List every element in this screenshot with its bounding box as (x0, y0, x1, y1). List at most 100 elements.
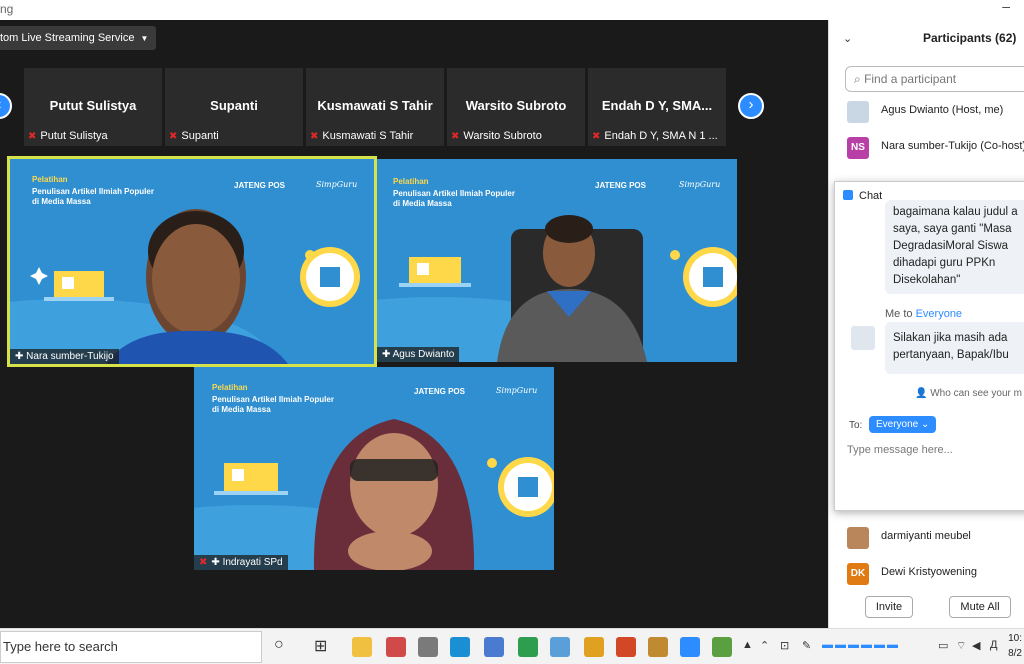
caret-down-icon: ▼ (140, 34, 149, 43)
banner-line2: Penulisan Artikel Ilmiah Populer (212, 395, 334, 404)
strip-prev-button[interactable]: ‹ (0, 93, 12, 119)
network-app-icon[interactable] (484, 637, 504, 657)
chat-sender: Me to (885, 308, 913, 320)
taskbar-search-input[interactable]: Type here to search (0, 631, 262, 663)
chevron-down-icon[interactable]: ⌄ (843, 32, 852, 45)
participant-row[interactable]: NS Nara sumber-Tukijo (Co-host) (847, 136, 1024, 160)
thumbnail-tile[interactable]: Kusmawati S Tahir ✖ Kusmawati S Tahir (306, 68, 444, 146)
avatar (847, 527, 869, 549)
who-can-see-label: Who can see your m (930, 388, 1022, 399)
language-icon[interactable]: Д (990, 639, 997, 651)
taskbar: Type here to search ○ ⊞ ▲ ⌃ ⊡ ✎ ▬▬▬▬▬▬ ▭… (0, 628, 1024, 664)
recipient-dropdown[interactable]: Everyone ⌄ (869, 416, 937, 433)
avatar: DK (847, 563, 869, 585)
video-tile[interactable]: Pelatihan Penulisan Artikel Ilmiah Popul… (194, 367, 554, 570)
window-title: ng (0, 2, 14, 16)
thumbnail-tile[interactable]: Putut Sulistya ✖ Putut Sulistya (24, 68, 162, 146)
volume-icon[interactable]: ◀ (972, 639, 980, 652)
chevron-down-icon: ⌄ (921, 419, 930, 430)
avatar (851, 326, 875, 350)
banner-brand-2: SimpGuru (679, 180, 721, 189)
video-tile[interactable]: Pelatihan Penulisan Artikel Ilmiah Popul… (377, 159, 737, 362)
chrome-icon[interactable] (584, 637, 604, 657)
tile-name-tag: ✖ ✚ Indrayati SPd (194, 555, 288, 570)
participant-name: Nara sumber-Tukijo (Co-host) (881, 140, 1024, 152)
tray-bluetooth-icons[interactable]: ▬▬▬▬▬▬ (822, 639, 900, 651)
banner-line3: di Media Massa (212, 405, 271, 414)
participant-row[interactable]: DK Dewi Kristyowening (847, 562, 1024, 586)
live-streaming-button[interactable]: tom Live Streaming Service ▼ (0, 26, 157, 50)
participant-name: Dewi Kristyowening (881, 566, 977, 578)
banner-brand-2: SimpGuru (496, 386, 538, 395)
recipient-dropdown-label: Everyone (876, 419, 919, 430)
search-placeholder: Find a participant (864, 72, 957, 86)
to-label: To: (849, 420, 863, 431)
zoom-meeting-screen: { "window": { "title_fragment": "ng" }, … (0, 0, 1024, 664)
wifi-icon[interactable]: ⌔ (956, 639, 966, 653)
thumbnail-tile[interactable]: Supanti ✖ Supanti (165, 68, 303, 146)
strip-next-button[interactable]: › (738, 93, 764, 119)
chat-message: bagaimana kalau judul a saya, saya ganti… (885, 200, 1024, 294)
media-icon[interactable] (648, 637, 668, 657)
tray-pen-icon[interactable]: ✎ (802, 639, 811, 652)
video-area: tom Live Streaming Service ▼ ‹ Putut Suli… (0, 20, 828, 628)
person-icon: 👤 (915, 388, 931, 399)
banner-line2: Penulisan Artikel Ilmiah Populer (32, 187, 154, 196)
mute-all-button[interactable]: Mute All (949, 596, 1011, 618)
thumbnail-name: Supanti (210, 98, 258, 113)
chevron-left-icon: ‹ (0, 96, 2, 113)
scroll-caret-icon[interactable]: ▲ (742, 639, 753, 651)
participant-row[interactable]: Agus Dwianto (Host, me) (847, 100, 1024, 124)
thumbnail-name: Kusmawati S Tahir (317, 98, 433, 113)
participant-search-input[interactable]: ⌕ Find a participant (845, 66, 1024, 92)
spreadsheet-icon[interactable] (518, 637, 538, 657)
tile-name: Agus Dwianto (392, 349, 455, 360)
thumbnail-name: Putut Sulistya (49, 98, 137, 113)
chat-title: Chat (859, 190, 883, 202)
chat-input[interactable]: Type message here... (847, 444, 953, 456)
chat-panel: Chat bagaimana kalau judul a saya, saya … (834, 181, 1024, 511)
app-icon[interactable] (418, 637, 438, 657)
tile-name-tag: ✚ Nara sumber-Tukijo (10, 349, 119, 364)
minimize-icon[interactable]: – (1002, 0, 1010, 14)
powerpoint-icon[interactable] (616, 637, 636, 657)
tray-chevron-icon[interactable]: ⌃ (760, 639, 769, 652)
banner-line2: Penulisan Artikel Ilmiah Populer (393, 189, 515, 198)
window-title-bar: ng (0, 0, 828, 20)
clock[interactable]: 10: 8/2 (1008, 631, 1022, 661)
document-icon[interactable] (550, 637, 570, 657)
banner-brand: JATENG POS (595, 181, 646, 190)
file-explorer-icon[interactable] (352, 637, 372, 657)
thumbnail-name: Endah D Y, SMA... (601, 98, 713, 113)
participant-name: Agus Dwianto (Host, me) (881, 104, 1004, 116)
participant-row[interactable]: darmiyanti meubel (847, 526, 1024, 550)
muted-mic-icon: ✖ (169, 131, 178, 142)
participant-name: darmiyanti meubel (881, 530, 971, 542)
thumbnail-tile[interactable]: Endah D Y, SMA... ✖ Endah D Y, SMA N 1 ..… (588, 68, 726, 146)
task-view-icon[interactable]: ⊞ (314, 636, 327, 656)
banner-line1: Pelatihan (212, 383, 248, 392)
chat-recipient: Everyone (915, 308, 963, 320)
app-grid-icon[interactable] (712, 637, 732, 657)
video-tile-speaker[interactable]: Pelatihan Penulisan Artikel Ilmiah Popul… (7, 156, 377, 367)
cortana-icon[interactable]: ○ (274, 636, 284, 654)
thumbnail-tile[interactable]: Warsito Subroto ✖ Warsito Subroto (447, 68, 585, 146)
muted-mic-icon: ✖ (592, 131, 601, 142)
battery-icon[interactable]: ▭ (938, 639, 948, 652)
muted-mic-icon: ✖ (310, 131, 319, 142)
paint-icon[interactable] (386, 637, 406, 657)
edge-icon[interactable] (450, 637, 470, 657)
zoom-icon[interactable] (680, 637, 700, 657)
banner-line3: di Media Massa (32, 197, 91, 206)
banner-line1: Pelatihan (32, 175, 68, 184)
tile-name: Nara sumber-Tukijo (26, 351, 114, 362)
banner-line1: Pelatihan (393, 177, 429, 186)
thumbnail-tag: Putut Sulistya (40, 130, 108, 142)
avatar (847, 101, 869, 123)
thumbnail-tag: Endah D Y, SMA N 1 ... (604, 130, 718, 142)
invite-button[interactable]: Invite (865, 596, 913, 618)
who-can-see-link[interactable]: 👤 Who can see your m (915, 388, 1022, 399)
tray-app-icon[interactable]: ⊡ (780, 639, 789, 652)
banner-line3: di Media Massa (393, 199, 452, 208)
banner-brand: JATENG POS (234, 181, 285, 190)
